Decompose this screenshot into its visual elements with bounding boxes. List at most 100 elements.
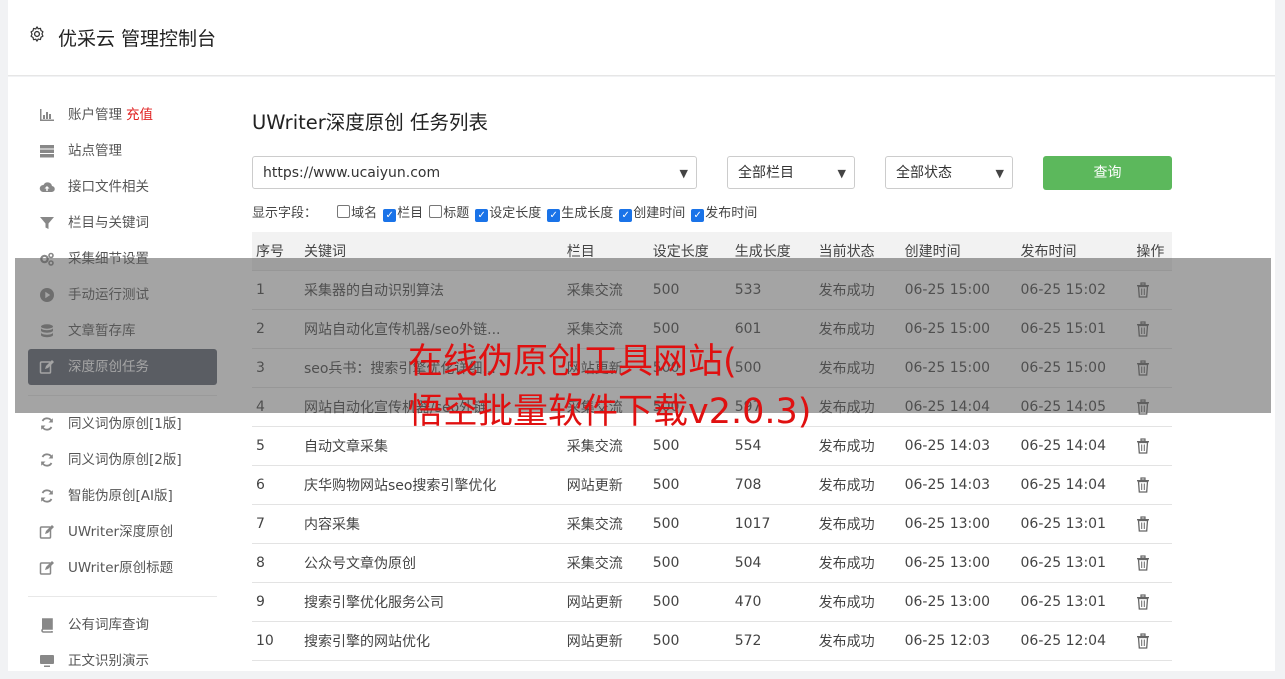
field-checkbox-label: 栏目 (397, 206, 424, 221)
sidebar-item-label: 智能伪原创[AI版] (68, 488, 173, 504)
field-checkbox[interactable]: ✓ 生成长度 (547, 202, 613, 222)
sidebar-item-label: 公有词库查询 (68, 617, 149, 633)
field-checkbox-label: 域名 (351, 206, 378, 221)
trash-icon[interactable] (1136, 594, 1150, 610)
table-cell: 网站更新 (562, 582, 649, 622)
action-cell (1132, 426, 1172, 466)
refresh-icon (41, 417, 53, 431)
trash-icon[interactable] (1136, 633, 1150, 649)
top-bar: 优采云 管理控制台 (8, 0, 1275, 76)
table-cell: 网站更新 (562, 621, 649, 661)
sidebar-item-label: 账户管理 (68, 107, 122, 123)
sidebar-item[interactable]: 账户管理 充值 (28, 97, 217, 133)
table-cell: 06-25 14:04 (1016, 465, 1133, 505)
edit-icon (39, 561, 54, 575)
trash-icon[interactable] (1136, 555, 1150, 571)
table-cell: 搜索引擎优化服务公司 (299, 582, 563, 622)
field-checkbox[interactable]: ✓ 设定长度 (475, 202, 541, 222)
table-cell: 500 (648, 621, 731, 661)
server-icon (40, 145, 54, 158)
sidebar-item[interactable]: UWriter深度原创 (28, 514, 217, 550)
gear-icon (30, 26, 44, 42)
chevron-down-icon: ▼ (995, 167, 1004, 180)
table-cell: 采集交流 (562, 504, 649, 544)
checkbox-checked-icon: ✓ (475, 209, 489, 222)
chevron-down-icon: ▼ (837, 167, 846, 180)
cloud-upload-icon (39, 182, 55, 193)
action-cell (1132, 504, 1172, 544)
field-checkbox[interactable]: ✓ 发布时间 (691, 202, 757, 222)
sidebar-item[interactable]: 公有词库查询 (28, 607, 217, 643)
table-cell: 572 (730, 621, 815, 661)
trash-icon[interactable] (1136, 477, 1150, 493)
table-cell: 06-25 13:00 (900, 504, 1017, 544)
action-cell (1132, 582, 1172, 622)
table-cell: 504 (730, 543, 815, 583)
column-select[interactable]: 全部栏目 ▼ (727, 156, 855, 189)
recharge-link[interactable]: 充值 (126, 107, 153, 123)
status-select-value: 全部状态 (896, 165, 952, 181)
table-cell: 06-25 13:00 (900, 582, 1017, 622)
overlay-line-2: 悟空批量软件下载v2.0.3) (408, 392, 812, 432)
sidebar-item[interactable]: 栏目与关键词 (28, 205, 217, 241)
site-select[interactable]: https://www.ucaiyun.com ▼ (252, 156, 697, 189)
field-checkbox[interactable]: 标题 (429, 202, 469, 221)
table-cell: 06-25 14:03 (900, 465, 1017, 505)
table-row: 7 内容采集 采集交流 500 1017 发布成功 06-25 13:00 06-25 13:… (252, 504, 1172, 544)
sidebar-item-label: 接口文件相关 (68, 179, 149, 195)
checkbox-checked-icon: ✓ (619, 209, 633, 222)
table-row: 6 庆华购物网站seo搜索引擎优化 网站更新 500 708 发布成功 06-25 14:0… (252, 465, 1172, 505)
checkbox-empty-icon (429, 205, 443, 218)
sidebar-item[interactable]: 站点管理 (28, 133, 217, 169)
table-row: 8 公众号文章伪原创 采集交流 500 504 发布成功 06-25 13:00 06-25 … (252, 543, 1172, 583)
trash-icon[interactable] (1136, 438, 1150, 454)
field-checkbox-label: 生成长度 (561, 206, 614, 221)
table-cell: 06-25 12:03 (900, 621, 1017, 661)
field-checkbox[interactable]: 域名 (337, 202, 377, 221)
filter-icon (40, 217, 54, 229)
table-cell: 发布成功 (814, 504, 901, 544)
table-cell: 06-25 13:00 (900, 543, 1017, 583)
trash-icon[interactable] (1136, 516, 1150, 532)
column-select-value: 全部栏目 (738, 165, 794, 181)
sidebar-item[interactable]: 同义词伪原创[2版] (28, 442, 217, 478)
sidebar-item[interactable]: 智能伪原创[AI版] (28, 478, 217, 514)
action-cell (1132, 465, 1172, 505)
table-cell: 发布成功 (814, 582, 901, 622)
field-checkbox[interactable]: ✓ 栏目 (383, 202, 423, 222)
sidebar-item[interactable]: UWriter原创标题 (28, 550, 217, 586)
table-cell: 06-25 12:04 (1016, 621, 1133, 661)
table-row: 10 搜索引擎的网站优化 网站更新 500 572 发布成功 06-25 12:03 06-2… (252, 621, 1172, 661)
table-cell: 6 (252, 465, 300, 505)
checkbox-checked-icon: ✓ (547, 209, 561, 222)
checkbox-checked-icon: ✓ (691, 209, 705, 222)
monitor-icon (40, 655, 54, 667)
field-checkbox-label: 创建时间 (633, 206, 686, 221)
table-cell: 708 (730, 465, 815, 505)
sidebar-item[interactable]: 接口文件相关 (28, 169, 217, 205)
refresh-icon (41, 489, 53, 503)
sidebar-item-label: 站点管理 (68, 143, 122, 159)
table-cell: 5 (252, 426, 300, 466)
table-cell: 06-25 13:01 (1016, 543, 1133, 583)
status-select[interactable]: 全部状态 ▼ (885, 156, 1013, 189)
table-cell: 发布成功 (814, 543, 901, 583)
table-cell: 06-25 13:01 (1016, 504, 1133, 544)
refresh-icon (41, 453, 53, 467)
table-cell: 470 (730, 582, 815, 622)
query-button[interactable]: 查询 (1043, 156, 1172, 190)
checkbox-empty-icon (337, 205, 351, 218)
field-checkbox-label: 发布时间 (705, 206, 758, 221)
page-title: UWriter深度原创 任务列表 (252, 111, 488, 134)
table-cell: 10 (252, 621, 300, 661)
field-checkbox[interactable]: ✓ 创建时间 (619, 202, 685, 222)
table-cell: 网站更新 (562, 465, 649, 505)
display-fields-label: 显示字段： (252, 206, 318, 221)
field-checkbox-label: 标题 (443, 206, 470, 221)
table-cell: 500 (648, 543, 731, 583)
table-cell: 发布成功 (814, 465, 901, 505)
table-cell: 8 (252, 543, 300, 583)
sidebar-item-label: UWriter深度原创 (68, 524, 174, 540)
sidebar-item[interactable]: 正文识别演示 (28, 643, 217, 679)
table-cell: 06-25 14:04 (1016, 426, 1133, 466)
